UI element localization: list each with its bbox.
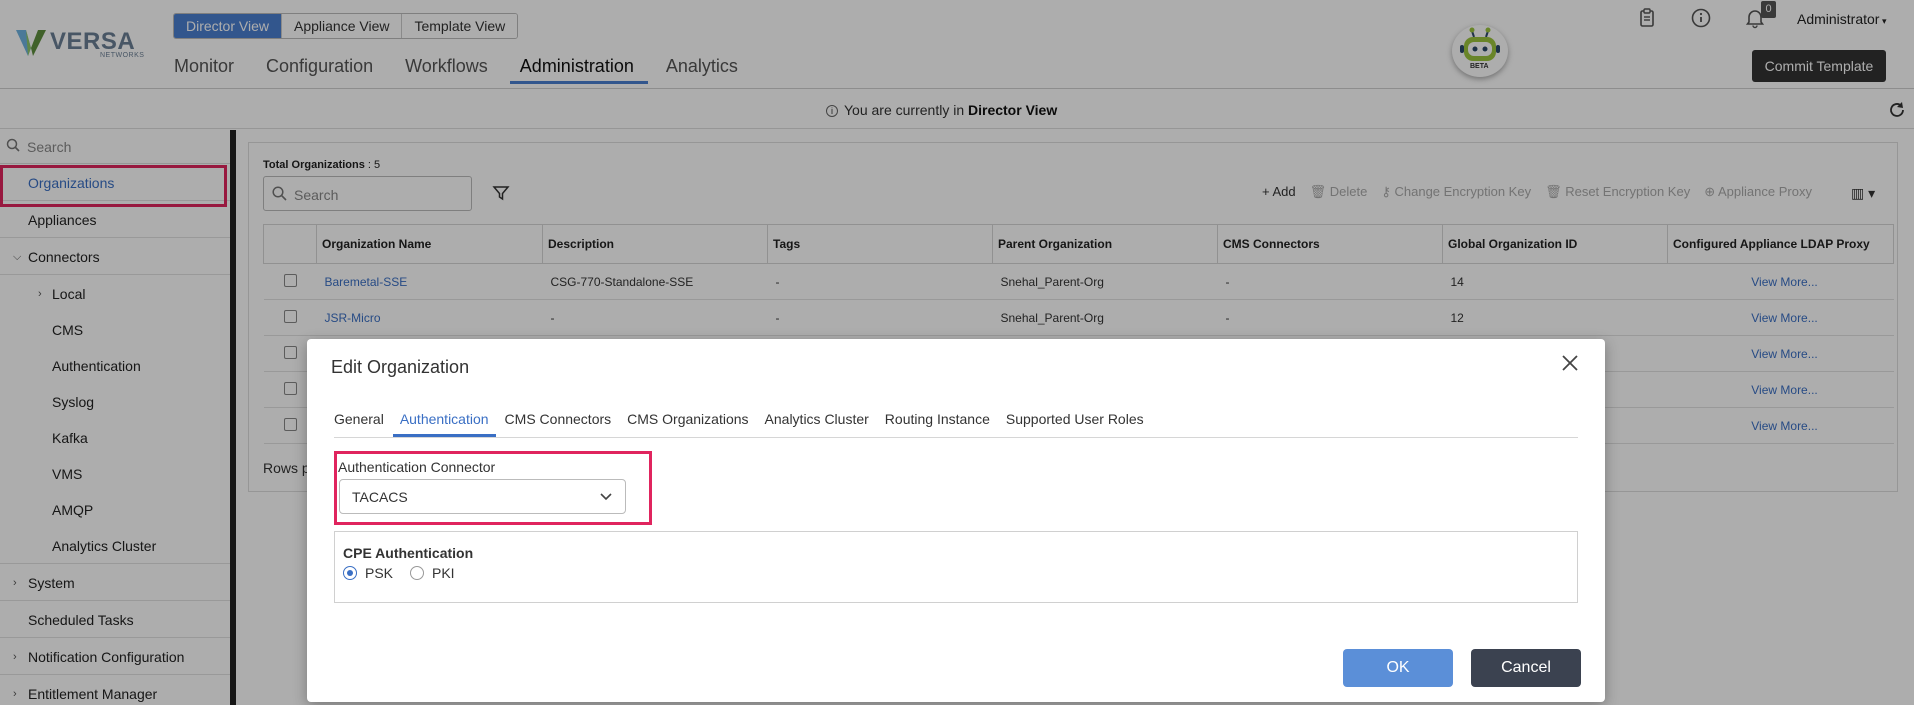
close-icon[interactable] (1560, 353, 1580, 373)
pki-radio-option[interactable]: PKI (410, 565, 455, 581)
tab-analytics-cluster[interactable]: Analytics Cluster (765, 411, 869, 437)
psk-radio[interactable] (343, 566, 357, 580)
psk-label: PSK (365, 565, 394, 581)
auth-connector-select[interactable]: TACACS (339, 479, 626, 514)
tab-supported-user-roles[interactable]: Supported User Roles (1006, 411, 1144, 437)
pki-label: PKI (432, 565, 455, 581)
dialog-tabs: General Authentication CMS Connectors CM… (334, 411, 1578, 438)
edit-organization-dialog: Edit Organization General Authentication… (307, 339, 1605, 702)
cpe-authentication-title: CPE Authentication (343, 545, 474, 561)
tab-authentication[interactable]: Authentication (392, 411, 496, 437)
chevron-down-icon (600, 493, 612, 501)
psk-radio-option[interactable]: PSK (343, 565, 393, 581)
dialog-title: Edit Organization (331, 357, 470, 377)
tab-cms-organizations[interactable]: CMS Organizations (627, 411, 748, 437)
pki-radio[interactable] (410, 566, 424, 580)
tab-general[interactable]: General (334, 411, 384, 437)
cancel-button[interactable]: Cancel (1471, 649, 1581, 687)
auth-connector-value: TACACS (352, 489, 408, 505)
tab-cms-connectors[interactable]: CMS Connectors (505, 411, 612, 437)
cpe-authentication-group: CPE Authentication PSK PKI (334, 531, 1578, 603)
ok-button[interactable]: OK (1343, 649, 1453, 687)
auth-connector-label: Authentication Connector (338, 459, 496, 475)
tab-routing-instance[interactable]: Routing Instance (885, 411, 990, 437)
